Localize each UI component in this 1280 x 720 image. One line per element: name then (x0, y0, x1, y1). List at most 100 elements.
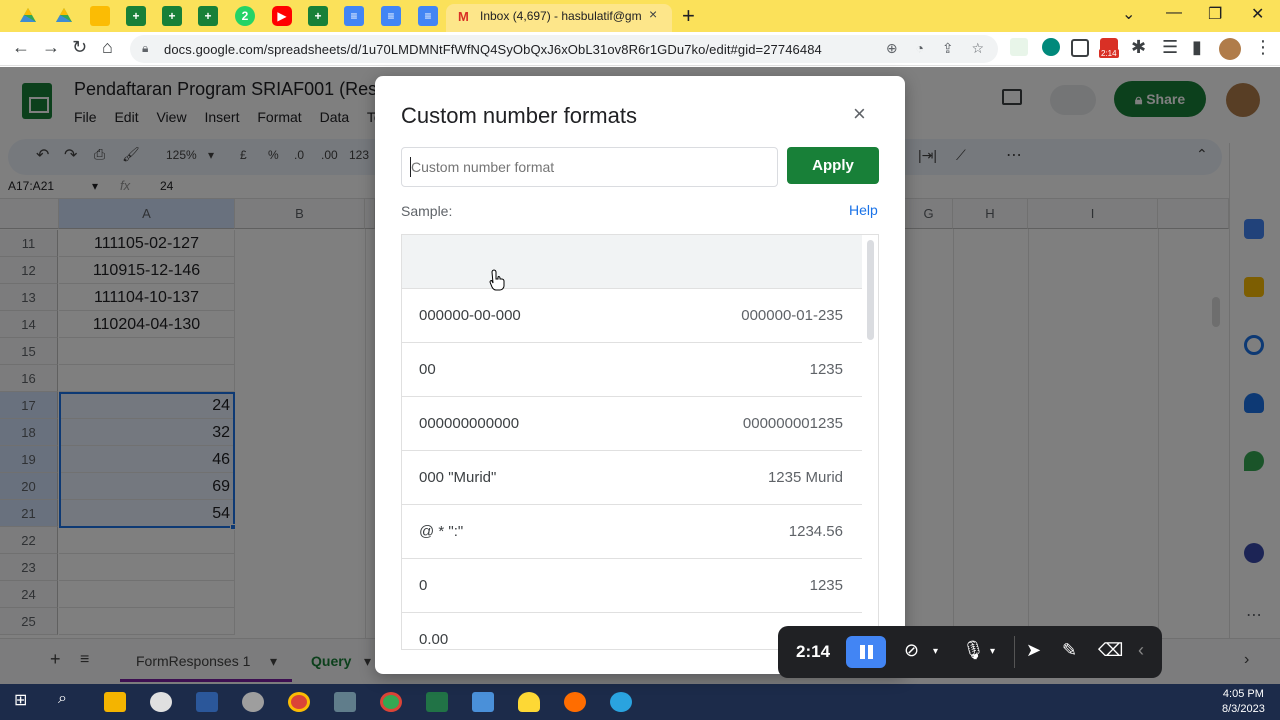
youtube-tab-icon[interactable]: ▶ (272, 6, 292, 26)
hand-cursor-icon (489, 269, 505, 296)
custom-number-formats-dialog: Custom number formats × Apply Sample: He… (375, 76, 905, 674)
pen-icon[interactable]: ✎ (1062, 640, 1077, 661)
reload-icon[interactable]: ↻ (72, 37, 87, 58)
chrome-menu-icon[interactable]: ⋮ (1254, 37, 1272, 58)
bookmark-star-icon[interactable]: ☆ (971, 40, 984, 56)
address-bar[interactable]: 🔒︎ docs.google.com/spreadsheets/d/1u70LM… (130, 35, 998, 63)
file-explorer-icon[interactable] (104, 692, 126, 712)
format-sample: 1235 (809, 361, 843, 378)
url-text[interactable]: docs.google.com/spreadsheets/d/1u70LMDMN… (164, 42, 822, 57)
extensions-puzzle-icon[interactable]: ✱ (1131, 37, 1146, 58)
chrome-icon[interactable] (288, 692, 310, 712)
back-icon[interactable]: ← (12, 37, 30, 58)
tab-search-icon[interactable]: ⌄ (1122, 4, 1135, 24)
docs-tab-icon[interactable]: ≡ (344, 6, 364, 26)
format-pattern: 0.00 (419, 631, 449, 648)
pause-button[interactable] (846, 636, 886, 668)
recorder-toolbar: 2:14 ⊘ ▾ 🎙︎ ▾ ➤ ✎ ⌫ ‹ (778, 626, 1162, 678)
profile-avatar[interactable] (1219, 38, 1241, 60)
format-list-item[interactable]: 0 1235 (402, 559, 862, 613)
restore-icon[interactable]: ❐ (1208, 4, 1222, 24)
performance-icon[interactable]: ◔ (915, 40, 923, 56)
format-pattern: 000 "Murid" (419, 469, 497, 486)
format-sample: 000000-01-235 (741, 307, 843, 324)
sheets-tab-icon[interactable]: + (126, 6, 146, 26)
extension-icon[interactable] (1010, 38, 1028, 56)
format-sample: 000000001235 (742, 415, 843, 432)
notification-bell-icon[interactable] (518, 692, 540, 712)
sheets-tab-icon[interactable]: + (162, 6, 182, 26)
format-pattern: 000000000000 (419, 415, 520, 432)
excel-icon[interactable] (426, 692, 448, 712)
reading-list-icon[interactable]: ☰ (1162, 37, 1178, 58)
windows-start-icon[interactable]: ⊞ (14, 690, 36, 710)
firefox-icon[interactable] (564, 692, 586, 712)
active-tab-title[interactable]: Inbox (4,697) - hasbulatif@gmail.com (480, 9, 642, 23)
sample-label: Sample: (401, 203, 453, 219)
camera-off-icon[interactable]: ⊘ (904, 640, 919, 661)
microphone-icon[interactable]: 🎙︎ (962, 640, 985, 661)
format-list-item[interactable]: 000 "Murid" 1235 Murid (402, 451, 862, 505)
whatsapp-tab-icon[interactable]: 2 (235, 6, 255, 26)
docs-tab-icon[interactable]: ≡ (418, 6, 438, 26)
windows-taskbar: ⊞ ⌕ 4:05 PM 8/3/2023 (0, 684, 1280, 720)
extension-shield-icon[interactable] (1042, 38, 1060, 56)
eraser-icon[interactable]: ⌫ (1098, 640, 1123, 661)
zoom-icon[interactable]: ⊕ (886, 40, 898, 56)
help-link[interactable]: Help (849, 202, 878, 218)
browser-tab-strip: + + + 2 ▶ + ≡ ≡ ≡ M Inbox (4,697) - hasb… (0, 0, 1280, 32)
pointer-icon[interactable]: ➤ (1026, 640, 1041, 661)
search-icon[interactable]: ⌕ (58, 690, 80, 710)
share-page-icon[interactable]: ⇪ (942, 40, 954, 56)
word-icon[interactable] (196, 692, 218, 712)
google-drive-tab-icon[interactable] (18, 6, 38, 26)
google-drive-tab-icon[interactable] (54, 6, 74, 26)
format-sample: 1234.56 (788, 523, 843, 540)
format-list-item[interactable] (402, 235, 862, 289)
side-panel-icon[interactable]: ▮ (1192, 37, 1202, 58)
sheets-tab-icon[interactable]: + (198, 6, 218, 26)
new-tab-button[interactable]: + (682, 3, 695, 29)
chevron-down-icon[interactable]: ▾ (990, 646, 995, 657)
gmail-icon: M (458, 9, 469, 24)
paint-icon[interactable] (242, 692, 264, 712)
format-list: 000000-00-000 000000-01-235 00 1235 0000… (401, 234, 879, 650)
format-list-item[interactable]: 000000000000 000000001235 (402, 397, 862, 451)
cast-icon[interactable] (1071, 39, 1089, 57)
format-pattern: 00 (419, 361, 436, 378)
forward-icon[interactable]: → (42, 37, 60, 58)
telegram-icon[interactable] (610, 692, 632, 712)
clock-date: 8/3/2023 (1222, 703, 1265, 715)
home-icon[interactable]: ⌂ (102, 37, 113, 58)
format-pattern: @ * ":" (419, 523, 464, 540)
divider (1014, 636, 1015, 668)
collapse-icon[interactable]: ‹ (1138, 640, 1144, 661)
app-icon[interactable] (472, 692, 494, 712)
lock-icon[interactable]: 🔒︎ (142, 41, 148, 56)
close-window-icon[interactable]: ✕ (1251, 4, 1264, 24)
list-scrollbar[interactable] (867, 240, 874, 340)
tab-close-icon[interactable]: × (649, 6, 657, 22)
custom-format-input[interactable] (401, 147, 778, 187)
close-icon[interactable]: × (853, 103, 866, 125)
recording-timer: 2:14 (796, 642, 831, 661)
chevron-down-icon[interactable]: ▾ (933, 646, 938, 657)
format-list-item[interactable]: 000000-00-000 000000-01-235 (402, 289, 862, 343)
format-pattern: 000000-00-000 (419, 307, 521, 324)
docs-tab-icon[interactable]: ≡ (381, 6, 401, 26)
app-icon[interactable] (150, 692, 172, 712)
clock-time: 4:05 PM (1222, 688, 1264, 700)
format-sample: 1235 Murid (767, 469, 843, 486)
calculator-icon[interactable] (334, 692, 356, 712)
chrome-icon[interactable] (380, 692, 402, 712)
sheets-tab-icon[interactable]: + (308, 6, 328, 26)
apply-button[interactable]: Apply (787, 147, 879, 184)
dialog-title: Custom number formats (401, 103, 637, 128)
minimize-icon[interactable]: — (1166, 4, 1182, 22)
system-clock[interactable]: 4:05 PM 8/3/2023 (1222, 687, 1265, 717)
format-list-item[interactable]: @ * ":" 1234.56 (402, 505, 862, 559)
format-pattern: 0 (419, 577, 428, 594)
format-list-item[interactable]: 00 1235 (402, 343, 862, 397)
recorder-badge: 2:14 (1099, 49, 1119, 58)
google-keep-tab-icon[interactable] (90, 6, 110, 26)
